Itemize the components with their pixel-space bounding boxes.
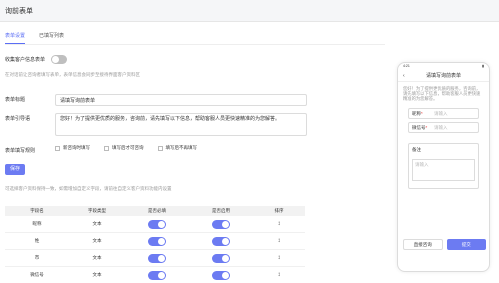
- sort-icon[interactable]: ↕: [278, 238, 281, 244]
- required-switch[interactable]: [148, 270, 166, 280]
- table-row: 姓 文本 ↕: [5, 233, 305, 250]
- field-name: 昵称: [32, 221, 42, 226]
- col-sort: 排序: [274, 208, 284, 213]
- tab-divider: [5, 44, 385, 45]
- enabled-switch[interactable]: [212, 219, 230, 229]
- preview-actions: 直接咨询 提交: [398, 239, 489, 250]
- mobile-preview: 4:21 ▮ ‹ 请填写询前表单 您好！为了提供更优质的服务，咨询前，请先填写以…: [397, 62, 490, 272]
- field-hint: 可选择客户资料保持一致，如需增加自定义字段，请前往自定义客户资料功能内设置: [5, 186, 172, 191]
- collect-toggle[interactable]: [51, 55, 68, 64]
- field-type: 文本: [92, 272, 102, 277]
- preview-remark: 备注 请输入: [408, 143, 479, 189]
- top-bar: 询前表单: [0, 0, 499, 22]
- remark-textarea[interactable]: 请输入: [412, 159, 475, 181]
- sort-icon[interactable]: ↕: [278, 221, 281, 227]
- checkbox-icon: [157, 145, 163, 151]
- collect-hint: 在对话前让咨询者填写表单，表单信息会同步至接待界面客户资料区: [5, 72, 140, 77]
- intro-row: 表单引导语 您好！为了提供更优质的服务，咨询前，请先填写以下信息，帮助客服人员更…: [5, 113, 307, 136]
- required-mark: *: [425, 124, 428, 130]
- tab-form-settings[interactable]: 表单设置: [5, 32, 26, 44]
- title-row: 表单标题 请填写询前表单: [5, 94, 307, 106]
- title-label: 表单标题: [5, 97, 26, 103]
- rule-label: 表单填写规则: [5, 148, 36, 154]
- field-type: 文本: [92, 255, 102, 260]
- table-header: 字段名 字段类型 是否必填 是否启用 排序: [5, 206, 305, 216]
- checkbox-icon: [55, 145, 60, 151]
- rule-row: 表单填写规则 新咨询时填写 填写后才可咨询 填写后不再填写: [5, 145, 197, 154]
- phone-status-bar: 4:21 ▮: [398, 63, 489, 70]
- rule-option-new[interactable]: 新咨询时填写: [55, 145, 90, 151]
- rule-options: 新咨询时填写 填写后才可咨询 填写后不再填写: [55, 145, 197, 151]
- intro-textarea[interactable]: 您好！为了提供更优质的服务，咨询前，请先填写以下信息，帮助客服人员更快速精准的为…: [55, 113, 307, 136]
- save-button[interactable]: 保存: [5, 164, 25, 175]
- table-row: 昵称 文本 ↕: [5, 216, 305, 233]
- col-field-type: 字段类型: [88, 208, 106, 213]
- field-type: 文本: [92, 238, 102, 243]
- field-table: 字段名 字段类型 是否必填 是否启用 排序 昵称 文本 ↕ 姓 文本 ↕ 市 文…: [5, 206, 305, 283]
- field-name: 姓: [34, 238, 40, 243]
- field-placeholder: 请输入: [434, 110, 448, 116]
- title-input[interactable]: 请填写询前表单: [55, 94, 307, 106]
- preview-field-nickname[interactable]: 昵称* 请输入: [408, 108, 479, 119]
- col-field-name: 字段名: [30, 208, 44, 213]
- col-required: 是否必填: [148, 208, 166, 213]
- field-label: 微信号: [412, 124, 426, 130]
- table-row: 市 文本 ↕: [5, 250, 305, 267]
- sort-icon[interactable]: ↕: [278, 255, 281, 261]
- checkbox-icon: [104, 145, 109, 151]
- page-title: 询前表单: [5, 8, 33, 15]
- required-switch[interactable]: [148, 219, 166, 229]
- preview-intro: 您好！为了提供更优质的服务，咨询前，请先填写以下信息，帮助客服人员更快速精准的为…: [403, 86, 481, 101]
- table-row: 微信号 文本 ↕: [5, 267, 305, 283]
- enabled-switch[interactable]: [212, 236, 230, 246]
- field-type: 文本: [92, 221, 102, 226]
- sort-icon[interactable]: ↕: [278, 272, 281, 278]
- required-switch[interactable]: [148, 236, 166, 246]
- preview-field-wechat[interactable]: 微信号* 请输入: [408, 122, 479, 133]
- direct-consult-button[interactable]: 直接咨询: [403, 239, 443, 250]
- back-icon[interactable]: ‹: [403, 70, 405, 82]
- col-enabled: 是否启用: [212, 208, 230, 213]
- field-name: 微信号: [30, 272, 44, 277]
- enabled-switch[interactable]: [212, 270, 230, 280]
- intro-label: 表单引导语: [5, 116, 31, 122]
- status-time: 4:21: [403, 64, 410, 68]
- field-placeholder: 请输入: [434, 124, 448, 130]
- required-mark: *: [421, 110, 423, 116]
- collect-label: 收集客户信息表单: [5, 57, 46, 63]
- enabled-switch[interactable]: [212, 253, 230, 263]
- battery-icon: ▮: [482, 64, 484, 68]
- field-name: 市: [34, 255, 40, 260]
- field-label: 昵称: [412, 110, 421, 116]
- rule-option-once[interactable]: 填写后不再填写: [157, 145, 197, 151]
- submit-button[interactable]: 提交: [446, 239, 486, 250]
- tab-filled-list[interactable]: 已填写列表: [39, 32, 64, 44]
- tab-bar: 表单设置 已填写列表: [5, 32, 64, 44]
- preview-title: 请填写询前表单: [425, 73, 461, 79]
- remark-label: 备注: [412, 147, 421, 152]
- collect-row: 收集客户信息表单: [5, 55, 68, 64]
- preview-header: ‹ 请填写询前表单: [398, 70, 489, 82]
- required-switch[interactable]: [148, 253, 166, 263]
- rule-option-required[interactable]: 填写后才可咨询: [104, 145, 144, 151]
